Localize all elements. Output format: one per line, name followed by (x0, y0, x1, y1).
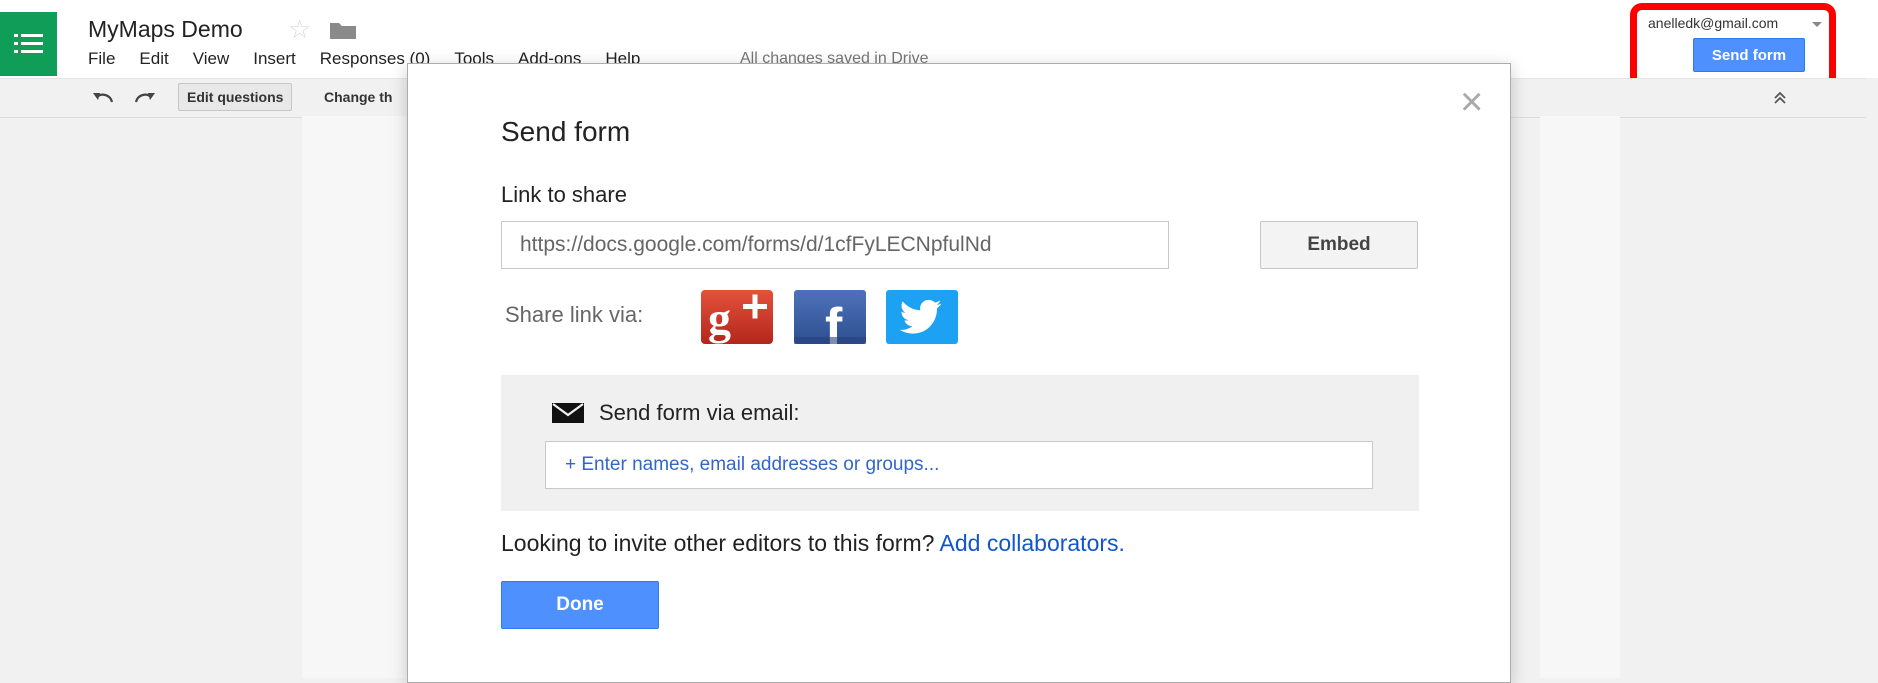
google-plus-icon[interactable]: g (701, 290, 773, 344)
change-theme-button[interactable]: Change th (320, 83, 396, 111)
menu-view[interactable]: View (193, 49, 230, 69)
share-link-field[interactable]: https://docs.google.com/forms/d/1cfFyLEC… (501, 221, 1169, 269)
svg-text:g: g (708, 293, 731, 344)
undo-icon[interactable] (92, 90, 116, 109)
collapse-header-icon[interactable] (1773, 91, 1787, 109)
edit-questions-button[interactable]: Edit questions (178, 83, 293, 111)
email-panel: Send form via email: + Enter names, emai… (501, 375, 1419, 511)
star-icon[interactable]: ☆ (288, 14, 311, 44)
share-via-label: Share link via: (505, 302, 644, 327)
forms-home-icon[interactable] (0, 12, 57, 76)
menu-insert[interactable]: Insert (253, 49, 296, 69)
twitter-icon[interactable] (886, 290, 958, 344)
send-form-dialog: × Send form Link to share https://docs.g… (407, 63, 1511, 683)
done-button[interactable]: Done (501, 581, 659, 629)
mail-icon (552, 403, 584, 428)
link-to-share-label: Link to share (501, 182, 627, 207)
form-page-background (302, 116, 408, 678)
redo-icon[interactable] (132, 90, 156, 109)
document-title[interactable]: MyMaps Demo (88, 16, 243, 43)
invite-text-label: Looking to invite other editors to this … (501, 530, 935, 556)
close-icon[interactable]: × (1460, 82, 1483, 122)
invite-text: Looking to invite other editors to this … (501, 530, 1125, 557)
dialog-title: Send form (501, 116, 631, 147)
folder-icon[interactable] (330, 21, 356, 44)
facebook-icon[interactable]: f (794, 290, 866, 356)
highlight-annotation (1630, 3, 1836, 89)
menu-edit[interactable]: Edit (139, 49, 168, 69)
embed-button[interactable]: Embed (1260, 221, 1418, 269)
recipients-input[interactable]: + Enter names, email addresses or groups… (545, 441, 1373, 489)
add-collaborators-link[interactable]: Add collaborators. (940, 530, 1125, 556)
form-page-background-right (1540, 116, 1620, 678)
email-panel-label: Send form via email: (599, 400, 800, 425)
menu-file[interactable]: File (88, 49, 115, 69)
